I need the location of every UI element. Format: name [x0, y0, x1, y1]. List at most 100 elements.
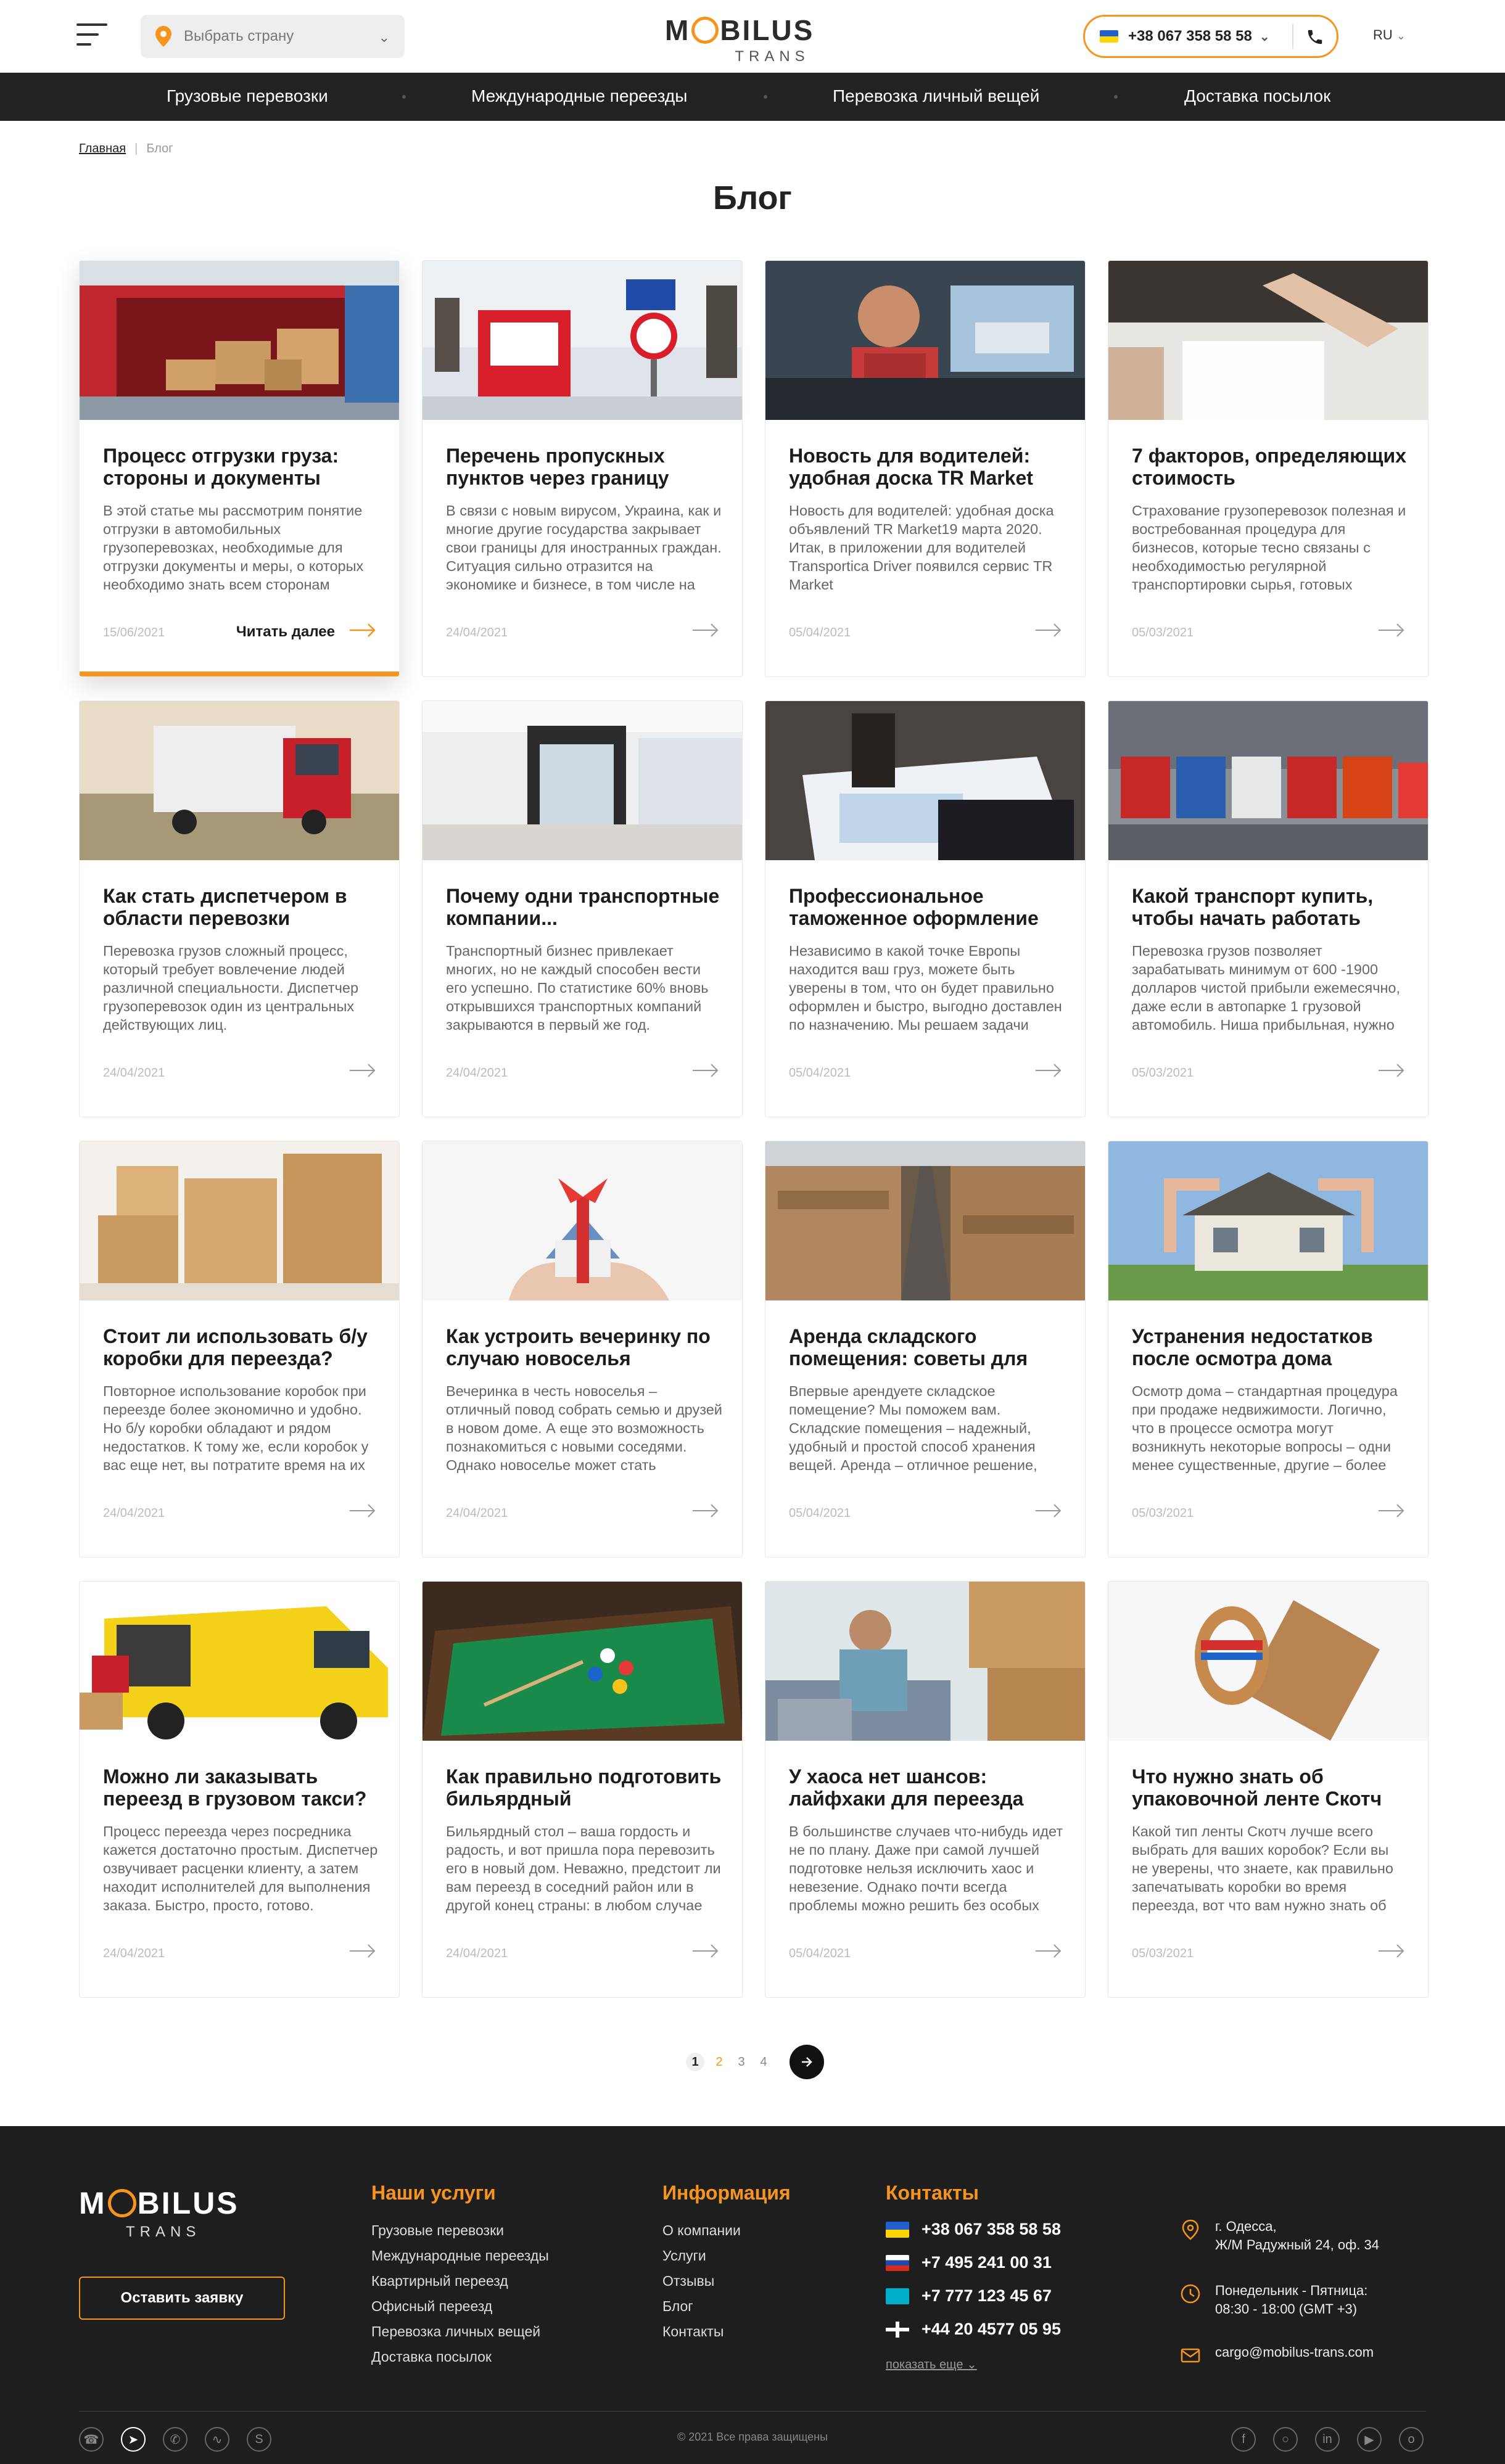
blog-card[interactable]: Как стать диспетчером в области перевозк…: [79, 700, 400, 1117]
post-title[interactable]: Процесс отгрузки груза: стороны и докуме…: [103, 445, 379, 489]
blog-card[interactable]: Аренда складского помещения: советы для …: [765, 1141, 1086, 1558]
arrow-right-icon[interactable]: [693, 1062, 720, 1078]
footer-link[interactable]: Отзывы: [662, 2273, 741, 2298]
blog-card[interactable]: Можно ли заказывать переезд в грузовом т…: [79, 1581, 400, 1998]
footer-link[interactable]: Перевозка личных вещей: [371, 2323, 549, 2349]
arrow-right-icon[interactable]: [693, 1503, 720, 1519]
footer-link[interactable]: Доставка посылок: [371, 2349, 549, 2374]
language-select[interactable]: RU ⌄: [1373, 27, 1406, 43]
arrow-right-icon[interactable]: [1036, 1062, 1063, 1078]
services-heading: Наши услуги: [371, 2182, 496, 2204]
arrow-right-icon[interactable]: [1379, 1943, 1406, 1959]
page-4[interactable]: 4: [752, 2055, 775, 2069]
nav-item-international[interactable]: Международные переезды: [471, 86, 687, 106]
footer-link[interactable]: О компании: [662, 2222, 741, 2248]
footer-phone[interactable]: +7 495 241 00 31: [886, 2253, 1052, 2272]
post-title[interactable]: Устранения недостатков после осмотра дом…: [1132, 1325, 1408, 1370]
nav-item-parcels[interactable]: Доставка посылок: [1184, 86, 1330, 106]
post-title[interactable]: Какой транспорт купить, чтобы начать раб…: [1132, 885, 1408, 929]
footer-link[interactable]: Грузовые перевозки: [371, 2222, 549, 2248]
post-title[interactable]: Что нужно знать об упаковочной ленте Ско…: [1132, 1765, 1408, 1810]
arrow-right-icon[interactable]: [1379, 1062, 1406, 1078]
arrow-right-icon[interactable]: [1379, 622, 1406, 638]
arrow-right-icon[interactable]: [1379, 1503, 1406, 1519]
footer-phone[interactable]: +44 20 4577 05 95: [886, 2320, 1061, 2339]
arrow-right-icon[interactable]: [350, 622, 377, 638]
post-image: [1108, 1141, 1428, 1300]
footer-logo[interactable]: M BILUS TRANS: [79, 2185, 239, 2241]
arrow-right-icon[interactable]: [350, 1503, 377, 1519]
odnoklassniki-icon[interactable]: о: [1399, 2427, 1424, 2452]
post-date: 24/04/2021: [446, 1506, 508, 1520]
blog-card[interactable]: Профессиональное таможенное оформление Н…: [765, 700, 1086, 1117]
post-title[interactable]: Как устроить вечеринку по случаю новосел…: [446, 1325, 722, 1370]
arrow-right-icon[interactable]: [350, 1943, 377, 1959]
post-title[interactable]: Стоит ли использовать б/у коробки для пе…: [103, 1325, 379, 1370]
post-title[interactable]: Перечень пропускных пунктов через границ…: [446, 445, 722, 489]
post-title[interactable]: Почему одни транспортные компании...: [446, 885, 722, 929]
show-more-link[interactable]: показать еще ⌄: [886, 2357, 977, 2372]
facebook-icon[interactable]: f: [1231, 2427, 1256, 2452]
footer-link[interactable]: Блог: [662, 2298, 741, 2323]
post-title[interactable]: Аренда складского помещения: советы для: [789, 1325, 1065, 1370]
request-button[interactable]: Оставить заявку: [79, 2277, 285, 2320]
nav-item-personal[interactable]: Перевозка личный вещей: [833, 86, 1039, 106]
country-select[interactable]: Выбрать страну ⌄: [141, 15, 405, 58]
post-title[interactable]: Как правильно подготовить бильярдный: [446, 1765, 722, 1810]
post-date: 24/04/2021: [446, 1947, 508, 1960]
arrow-right-icon[interactable]: [1036, 622, 1063, 638]
phone-call-icon[interactable]: [1306, 28, 1324, 46]
post-excerpt: Впервые арендуете складское помещение? М…: [789, 1383, 1037, 1473]
read-more-link[interactable]: Читать далее: [236, 623, 335, 641]
menu-burger-icon[interactable]: [76, 23, 107, 48]
arrow-right-icon[interactable]: [693, 1943, 720, 1959]
blog-card[interactable]: Процесс отгрузки груза: стороны и докуме…: [79, 260, 400, 677]
arrow-right-icon[interactable]: [1036, 1503, 1063, 1519]
page-3[interactable]: 3: [730, 2055, 752, 2069]
blog-card[interactable]: Устранения недостатков после осмотра дом…: [1108, 1141, 1429, 1558]
blog-card[interactable]: 7 факторов, определяющих стоимость Страх…: [1108, 260, 1429, 677]
footer-link[interactable]: Контакты: [662, 2323, 741, 2349]
next-page-button[interactable]: [790, 2045, 824, 2079]
nav-item-cargo[interactable]: Грузовые перевозки: [167, 86, 328, 106]
post-title[interactable]: Можно ли заказывать переезд в грузовом т…: [103, 1765, 379, 1810]
page-1[interactable]: 1: [686, 2053, 704, 2071]
blog-card[interactable]: У хаоса нет шансов: лайфхаки для переезд…: [765, 1581, 1086, 1998]
chevron-down-icon: ⌄: [967, 2358, 977, 2372]
logo[interactable]: M BILUS TRANS: [665, 14, 840, 69]
breadcrumb-current: Блог: [146, 142, 173, 155]
arrow-right-icon[interactable]: [1036, 1943, 1063, 1959]
footer-link[interactable]: Квартирный переезд: [371, 2273, 549, 2298]
page-2[interactable]: 2: [708, 2055, 730, 2069]
youtube-icon[interactable]: ▶: [1357, 2427, 1382, 2452]
breadcrumb-home[interactable]: Главная: [79, 142, 126, 155]
post-date: 24/04/2021: [103, 1947, 165, 1960]
blog-card[interactable]: Перечень пропускных пунктов через границ…: [422, 260, 743, 677]
blog-card[interactable]: Что нужно знать об упаковочной ленте Ско…: [1108, 1581, 1429, 1998]
post-title[interactable]: Новость для водителей: удобная доска TR …: [789, 445, 1065, 489]
post-title[interactable]: Как стать диспетчером в области перевозк…: [103, 885, 379, 929]
blog-card[interactable]: Как правильно подготовить бильярдный Бил…: [422, 1581, 743, 1998]
linkedin-icon[interactable]: in: [1315, 2427, 1340, 2452]
instagram-icon[interactable]: ○: [1273, 2427, 1298, 2452]
footer-phone[interactable]: +7 777 123 45 67: [886, 2286, 1052, 2306]
blog-card[interactable]: Почему одни транспортные компании... Тра…: [422, 700, 743, 1117]
footer-phone[interactable]: +38 067 358 58 58: [886, 2220, 1061, 2239]
blog-card[interactable]: Какой транспорт купить, чтобы начать раб…: [1108, 700, 1429, 1117]
mail-icon: [1181, 2348, 1200, 2363]
footer-link[interactable]: Офисный переезд: [371, 2298, 549, 2323]
post-title[interactable]: Профессиональное таможенное оформление: [789, 885, 1065, 929]
arrow-right-icon[interactable]: [350, 1062, 377, 1078]
footer-link[interactable]: Международные переезды: [371, 2248, 549, 2273]
arrow-right-icon[interactable]: [693, 622, 720, 638]
post-title[interactable]: 7 факторов, определяющих стоимость: [1132, 445, 1408, 489]
chevron-down-icon: ⌄: [1396, 30, 1406, 42]
blog-card[interactable]: Новость для водителей: удобная доска TR …: [765, 260, 1086, 677]
phone-number: +38 067 358 58 58: [922, 2220, 1061, 2238]
footer-link[interactable]: Услуги: [662, 2248, 741, 2273]
phone-selector[interactable]: +38 067 358 58 58 ⌄: [1083, 15, 1338, 58]
post-title[interactable]: У хаоса нет шансов: лайфхаки для переезд…: [789, 1765, 1065, 1810]
blog-card[interactable]: Стоит ли использовать б/у коробки для пе…: [79, 1141, 400, 1558]
footer-email[interactable]: cargo@mobilus-trans.com: [1179, 2343, 1374, 2363]
blog-card[interactable]: Как устроить вечеринку по случаю новосел…: [422, 1141, 743, 1558]
